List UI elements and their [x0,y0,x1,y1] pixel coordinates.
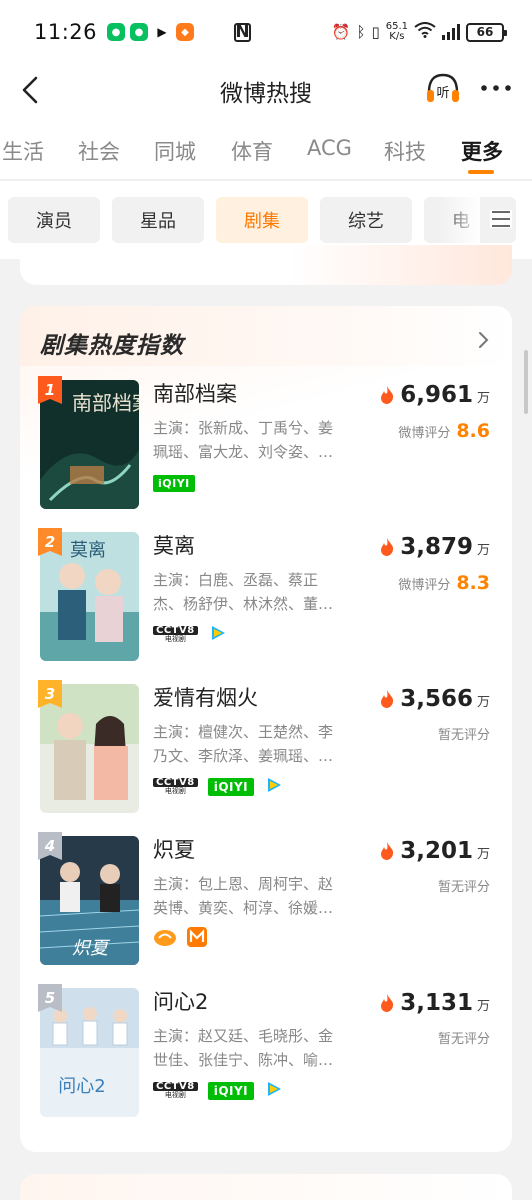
notification-icons: ● ● ▶ ◆ [107,23,195,41]
flame-icon [381,994,394,1012]
flame-icon [381,842,394,860]
tencent-video-icon [264,775,284,799]
poster-title: 问心2 [58,1076,105,1097]
heat-value: 3,566 万 [378,686,490,712]
wechat-icon: ● [107,23,126,41]
previous-card-edge [20,245,512,285]
more-icon[interactable] [478,76,514,100]
video-app-icon: ▶ [153,23,172,41]
chip-drama[interactable]: 剧集 [216,197,308,243]
vibrate-icon: ▯ [371,23,380,41]
tab-society[interactable]: 社会 [78,136,120,166]
card-title: 剧集热度指数 [40,333,184,359]
status-bar: 11:26 ● ● ▶ ◆ N ⏰ ᛒ ▯ 65.1 K/s 66 [0,0,532,64]
scrollbar[interactable] [524,350,528,414]
cctv8-logo: CCTV8 电视剧 [153,626,198,644]
cast-list: 主演：包上恩、周柯宇、赵 英博、黄奕、柯淳、徐媛… [153,875,334,917]
weibo-score: 暂无评分 [437,1032,490,1047]
cctv8-logo: CCTV8 电视剧 [153,778,198,796]
chip-actors[interactable]: 演员 [8,197,100,243]
poster-title: 莫离 [70,540,106,561]
tencent-video-icon [264,1079,284,1103]
cast-list: 主演：张新成、丁禹兮、姜 珮瑶、富大龙、刘令姿、… [153,419,334,461]
bluetooth-icon: ᛒ [356,23,366,41]
mango-tv-icon [153,927,177,951]
weibo-score: 微博评分 8.3 [398,572,490,594]
chevron-right-icon[interactable] [474,328,494,352]
alarm-icon: ⏰ [331,23,351,41]
platform-logos: iQIYI [153,472,195,494]
heat-value: 3,131 万 [378,990,490,1016]
list-item[interactable]: 2 莫离 莫离 主演：白鹿、丞磊、蔡正 杰、杨舒伊、林沐然、董… CCTV8 电视剧… [20,528,512,661]
flame-icon [381,386,394,404]
platform-logos: CCTV8 电视剧 iQIYI [153,1080,284,1102]
drama-title[interactable]: 问心2 [153,986,208,1016]
nfc-icon: N [234,22,252,42]
iqiyi-logo: iQIYI [207,778,255,796]
next-card-edge [20,1174,512,1200]
chip-variety[interactable]: 综艺 [320,197,412,243]
drama-title[interactable]: 南部档案 [153,378,237,408]
iqiyi-logo: iQIYI [207,1082,255,1100]
tab-sports[interactable]: 体育 [231,136,273,166]
list-item[interactable]: 1 南部档案 南部档案 主演：张新成、丁禹兮、姜珮瑶、富大龙、刘令姿、… iQI… [20,376,512,509]
flame-icon [381,538,394,556]
platform-logos [153,927,207,951]
platform-logos: CCTV8 电视剧 [153,624,228,646]
cast-list: 主演：赵又廷、毛晓彤、金 世佳、张佳宁、陈冲、喻… [153,1027,334,1069]
chip-menu-icon[interactable] [490,210,512,228]
heat-value: 6,961 万 [378,382,490,408]
cast-list: 主演：白鹿、丞磊、蔡正 杰、杨舒伊、林沐然、董… [153,571,334,613]
list-item[interactable]: 3 爱情有烟火 主演：檀健次、王楚然、李 乃文、李欣泽、姜珮瑶、… CCTV8 电视… [20,680,512,813]
wechat-icon: ● [130,23,149,41]
status-time: 11:26 [34,20,98,44]
poster-title: 炽夏 [72,938,111,959]
tab-tech[interactable]: 科技 [384,136,426,166]
weibo-score: 暂无评分 [437,880,490,895]
list-item[interactable]: 4 炽夏 炽夏 主演：包上恩、周柯宇、赵 英博、黄奕、柯淳、徐媛… 3,201 万 … [20,832,512,965]
drama-title[interactable]: 炽夏 [153,834,195,864]
cctv8-logo: CCTV8 电视剧 [153,1082,198,1100]
taobao-icon: ◆ [176,23,195,41]
drama-heat-index-card: 剧集热度指数 1 南部档案 南部档案 主演：张新成、丁禹兮、姜珮瑶、富大龙、刘令… [20,306,512,1152]
poster-title: 南部档案 [72,391,139,415]
category-tabs: 生活 社会 同城 体育 ACG 科技 更多 [0,116,532,180]
list-item[interactable]: 5 问心2 问心2 主演：赵又廷、毛晓彤、金 世佳、张佳宁、陈冲、喻… CCTV8… [20,984,512,1117]
tencent-video-icon [208,623,228,647]
flame-icon [381,690,394,708]
mgtv-icon [187,927,207,951]
wifi-icon [414,22,436,42]
active-tab-indicator [468,170,494,174]
battery-icon: 66 [466,22,507,42]
platform-logos: CCTV8 电视剧 iQIYI [153,776,284,798]
listen-icon[interactable]: 听 [424,70,462,108]
drama-title[interactable]: 莫离 [153,530,195,560]
heat-value: 3,879 万 [378,534,490,560]
tab-life[interactable]: 生活 [2,136,44,166]
chip-star-products[interactable]: 星品 [112,197,204,243]
nav-bar: 微博热搜 听 [0,64,532,116]
network-speed: 65.1 K/s [385,21,408,42]
iqiyi-logo: iQIYI [153,474,195,492]
signal-icon [442,24,460,40]
weibo-score: 微博评分 8.6 [398,420,490,442]
tab-acg[interactable]: ACG [307,136,352,160]
weibo-score: 暂无评分 [437,728,490,743]
tab-local[interactable]: 同城 [154,136,196,166]
cast-list: 主演：檀健次、王楚然、李 乃文、李欣泽、姜珮瑶、… [153,723,334,765]
heat-value: 3,201 万 [378,838,490,864]
svg-text:听: 听 [436,86,449,101]
tab-more[interactable]: 更多 [461,136,503,166]
drama-title[interactable]: 爱情有烟火 [153,682,258,712]
